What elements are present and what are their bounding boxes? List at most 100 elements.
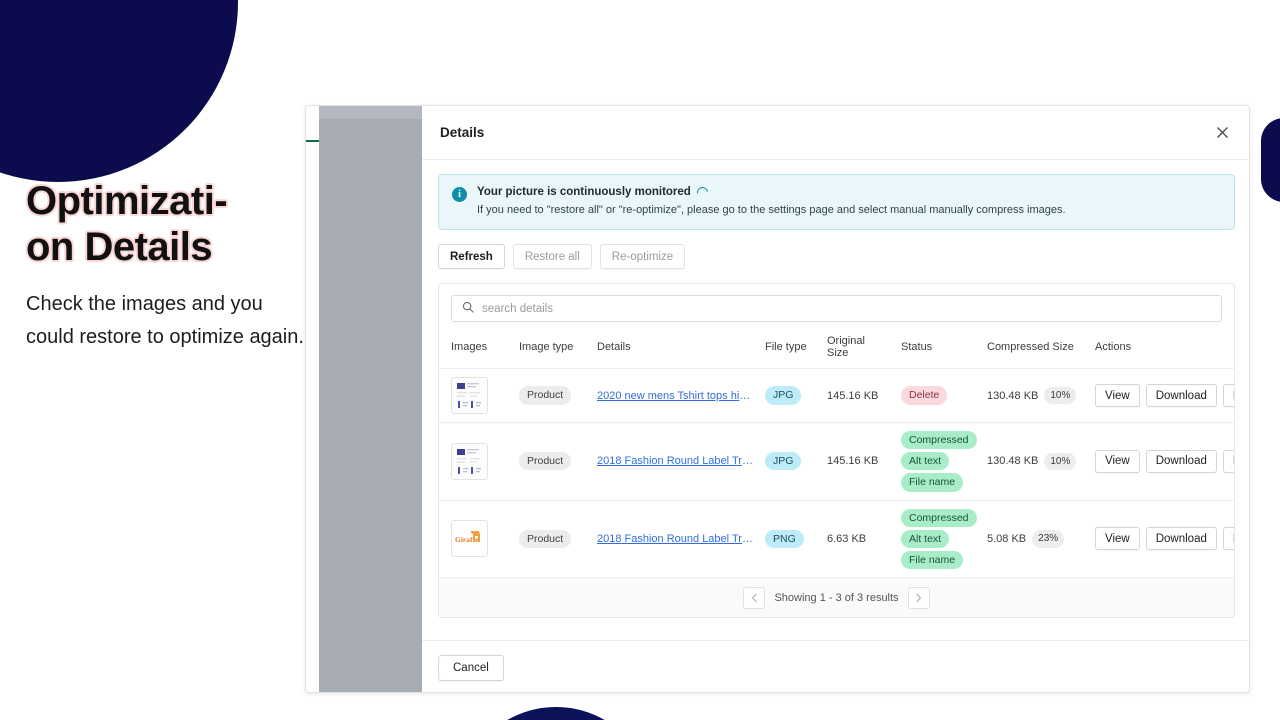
svg-text:Giraffe: Giraffe [455, 535, 479, 544]
file-type-badge: JPG [765, 386, 801, 404]
status-badge: File name [901, 473, 963, 491]
modal-title: Details [440, 125, 484, 140]
download-button[interactable]: Download [1146, 384, 1217, 407]
cell-file-type: PNG [759, 500, 821, 577]
cell-actions: View Download Restore [1089, 423, 1235, 501]
cell-compressed-size: 5.08 KB 23% [981, 500, 1089, 577]
status-badge: Alt text [901, 530, 949, 548]
info-banner: i Your picture is continuously monitored… [438, 174, 1235, 230]
compressed-size-value: 130.48 KB [987, 455, 1038, 467]
cell-original-size: 145.16 KB [821, 369, 895, 423]
table-header: Images Image type Details File type Orig… [439, 331, 1235, 369]
details-link[interactable]: 2018 Fashion Round Label Tria... [597, 455, 753, 467]
screenshot-root: Optimizati- on Details Check the images … [0, 0, 1280, 720]
refresh-button[interactable]: Refresh [438, 244, 505, 269]
table-row: Product 2020 new mens Tshirt tops hip...… [439, 369, 1235, 423]
decor-navy-circle-bottom [458, 707, 654, 720]
image-type-badge: Product [519, 386, 571, 404]
banner-title-row: Your picture is continuously monitored [477, 186, 1066, 198]
compressed-size-value: 5.08 KB [987, 533, 1026, 545]
cell-compressed-size: 130.48 KB 10% [981, 423, 1089, 501]
cell-file-type: JPG [759, 423, 821, 501]
chevron-right-icon[interactable] [908, 587, 930, 609]
table-body: Product 2020 new mens Tshirt tops hip...… [439, 369, 1235, 578]
restore-all-button[interactable]: Restore all [513, 244, 592, 269]
cell-file-type: JPG [759, 369, 821, 423]
search-box[interactable] [451, 295, 1222, 322]
search-area [439, 284, 1234, 331]
cell-image [439, 369, 513, 423]
download-button[interactable]: Download [1146, 450, 1217, 473]
col-original-size: Original Size [821, 331, 895, 369]
details-link[interactable]: 2018 Fashion Round Label Tria... [597, 533, 753, 545]
promo-copy: Optimizati- on Details Check the images … [26, 178, 306, 354]
banner-title: Your picture is continuously monitored [477, 186, 691, 198]
row-action-buttons: View Download Restore [1095, 450, 1235, 473]
pagination-summary: Showing 1 - 3 of 3 results [774, 592, 898, 604]
status-badge: Compressed [901, 509, 977, 527]
restore-button[interactable]: Restore [1223, 527, 1235, 550]
file-type-badge: JPG [765, 452, 801, 470]
close-icon[interactable] [1209, 120, 1235, 146]
row-action-buttons: View Download Restore [1095, 527, 1235, 550]
cell-original-size: 6.63 KB [821, 500, 895, 577]
compressed-size-wrap: 5.08 KB 23% [987, 530, 1083, 548]
view-button[interactable]: View [1095, 450, 1140, 473]
cell-compressed-size: 130.48 KB 10% [981, 369, 1089, 423]
view-button[interactable]: View [1095, 384, 1140, 407]
giraffe-thumbnail: Giraffe [451, 520, 488, 557]
table-row: Product 2018 Fashion Round Label Tria...… [439, 423, 1235, 501]
download-button[interactable]: Download [1146, 527, 1217, 550]
cell-image [439, 423, 513, 501]
status-badge: Delete [901, 386, 947, 404]
col-actions: Actions [1089, 331, 1235, 369]
col-file-type: File type [759, 331, 821, 369]
cell-details: 2018 Fashion Round Label Tria... [591, 500, 759, 577]
view-button[interactable]: View [1095, 527, 1140, 550]
compression-percent-badge: 23% [1032, 530, 1064, 548]
info-icon: i [452, 187, 467, 202]
chevron-left-icon[interactable] [743, 587, 765, 609]
compression-percent-badge: 10% [1044, 387, 1076, 405]
row-action-buttons: View Download Restore [1095, 384, 1235, 407]
modal-body: i Your picture is continuously monitored… [422, 160, 1250, 640]
cell-image-type: Product [513, 500, 591, 577]
bulk-actions: Refresh Restore all Re-optimize [438, 244, 1235, 269]
status-badge: Alt text [901, 452, 949, 470]
compressed-size-value: 130.48 KB [987, 390, 1038, 402]
status-badge-group: Compressed Alt text File name [901, 431, 975, 492]
status-badge-group: Delete [901, 386, 975, 404]
restore-button[interactable]: Restore [1223, 450, 1235, 473]
col-images: Images [439, 331, 513, 369]
app-window: Image Optimization Details i [305, 105, 1250, 693]
cell-actions: View Download Restore [1089, 500, 1235, 577]
cell-details: 2018 Fashion Round Label Tria... [591, 423, 759, 501]
details-table-card: Images Image type Details File type Orig… [438, 283, 1235, 618]
restore-button[interactable]: Restore [1223, 384, 1235, 407]
search-icon [462, 300, 474, 318]
cell-status: Compressed Alt text File name [895, 423, 981, 501]
promo-title: Optimizati- on Details [26, 178, 306, 270]
cell-details: 2020 new mens Tshirt tops hip... [591, 369, 759, 423]
promo-title-line-2: on Details [26, 224, 306, 270]
image-type-badge: Product [519, 530, 571, 548]
cell-status: CompressedAlt textFile name [895, 500, 981, 577]
loading-spinner-icon [695, 184, 710, 199]
details-table: Images Image type Details File type Orig… [439, 331, 1235, 577]
modal-backdrop-left [319, 119, 436, 693]
promo-title-line-1: Optimizati- [26, 178, 306, 224]
cancel-button[interactable]: Cancel [438, 655, 504, 681]
cell-image-type: Product [513, 369, 591, 423]
promo-subtitle: Check the images and you could restore t… [26, 288, 306, 354]
cell-image-type: Product [513, 423, 591, 501]
status-badge-group: CompressedAlt textFile name [901, 509, 975, 570]
status-badge: Compressed [901, 431, 977, 449]
cell-image: Giraffe [439, 500, 513, 577]
document-thumbnail [451, 443, 488, 480]
table-row: Giraffe Product 2018 Fashion Round Label… [439, 500, 1235, 577]
table-footer: Showing 1 - 3 of 3 results [439, 577, 1234, 617]
reoptimize-button[interactable]: Re-optimize [600, 244, 685, 269]
search-input[interactable] [482, 296, 1211, 321]
details-link[interactable]: 2020 new mens Tshirt tops hip... [597, 390, 753, 402]
col-status: Status [895, 331, 981, 369]
